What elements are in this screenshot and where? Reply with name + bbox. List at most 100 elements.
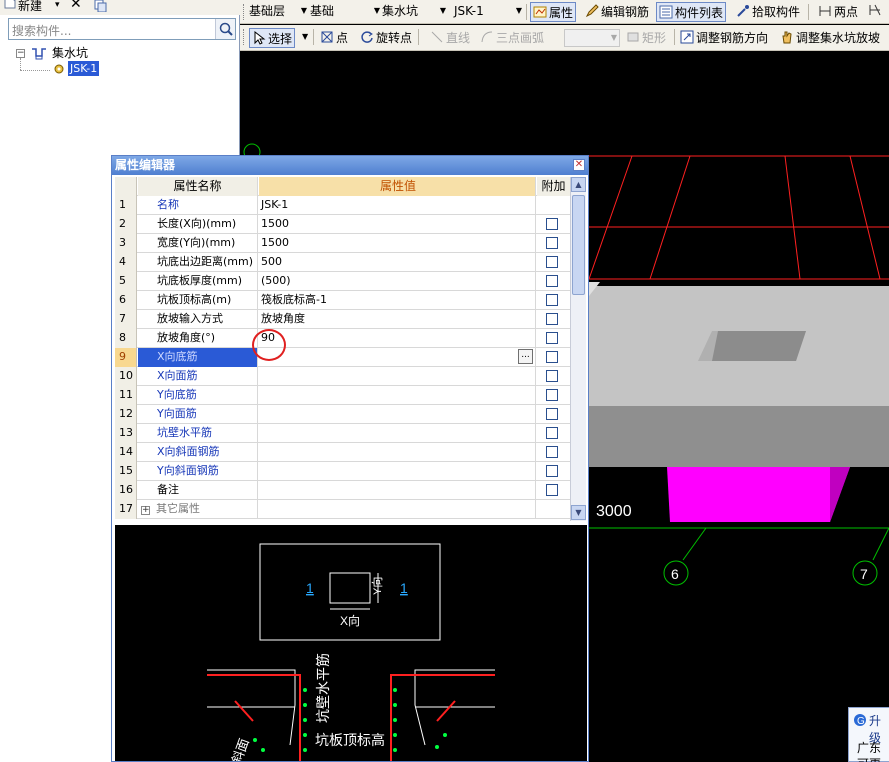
property-row[interactable]: 1 名称 JSK-1 bbox=[115, 196, 570, 215]
arc-button[interactable]: 三点画弧 bbox=[480, 28, 544, 48]
toolbar-primary: 基础层 ▼ 基础 ▼ 集水坑 ▼ JSK-1 ▼ 属性 编辑钢筋 构件列表 拾取构件 两… bbox=[240, 0, 889, 24]
grid-scrollbar[interactable]: ▲ ▼ bbox=[570, 177, 586, 521]
property-value-cell[interactable]: (500) bbox=[259, 272, 536, 291]
add-checkbox[interactable] bbox=[546, 237, 558, 249]
delete-icon[interactable]: ✕ bbox=[70, 0, 82, 12]
add-checkbox[interactable] bbox=[546, 256, 558, 268]
scroll-up-button[interactable]: ▲ bbox=[571, 177, 586, 192]
rotate-point-button[interactable]: 旋转点 bbox=[360, 28, 412, 48]
property-value-cell[interactable]: 筏板底标高-1 bbox=[259, 291, 536, 310]
tree-item-pit-category[interactable]: 集水坑 bbox=[52, 44, 88, 61]
add-checkbox[interactable] bbox=[546, 370, 558, 382]
add-checkbox[interactable] bbox=[546, 351, 558, 363]
scroll-down-button[interactable]: ▼ bbox=[571, 505, 586, 520]
tree-item-jsk1[interactable]: JSK-1 bbox=[68, 61, 100, 76]
add-checkbox[interactable] bbox=[546, 408, 558, 420]
property-value-cell[interactable]: 90 bbox=[259, 329, 536, 348]
property-value-cell[interactable]: ... bbox=[259, 348, 536, 367]
property-row[interactable]: 10 X向面筋 bbox=[115, 367, 570, 386]
property-row[interactable]: 14 X向斜面钢筋 bbox=[115, 443, 570, 462]
ellipsis-button[interactable]: ... bbox=[518, 349, 533, 364]
property-value-cell[interactable] bbox=[259, 386, 536, 405]
property-value-cell[interactable] bbox=[259, 367, 536, 386]
property-name: 放坡角度(°) bbox=[138, 329, 258, 348]
chevron-down-icon[interactable]: ▾ bbox=[55, 0, 60, 10]
add-checkbox[interactable] bbox=[546, 446, 558, 458]
property-value-cell[interactable] bbox=[259, 405, 536, 424]
property-row[interactable]: 11 Y向底筋 bbox=[115, 386, 570, 405]
search-icon[interactable] bbox=[215, 19, 235, 39]
property-row[interactable]: 12 Y向面筋 bbox=[115, 405, 570, 424]
add-checkbox[interactable] bbox=[546, 332, 558, 344]
property-row[interactable]: 17 + 其它属性 bbox=[115, 500, 570, 519]
header-value[interactable]: 属性值 bbox=[259, 177, 536, 196]
property-row[interactable]: 8 放坡角度(°) 90 bbox=[115, 329, 570, 348]
property-row[interactable]: 6 坑板顶标高(m) 筏板底标高-1 bbox=[115, 291, 570, 310]
property-value-cell[interactable]: JSK-1 bbox=[259, 196, 536, 215]
copy-icon[interactable] bbox=[94, 0, 108, 15]
new-icon[interactable] bbox=[4, 0, 18, 12]
add-checkbox[interactable] bbox=[546, 389, 558, 401]
properties-button[interactable]: 属性 bbox=[530, 2, 577, 22]
add-checkbox[interactable] bbox=[546, 465, 558, 477]
upgrade-popup[interactable]: G 升级 广东 可更 bbox=[848, 707, 889, 762]
property-row[interactable]: 4 坑底出边距离(mm) 500 bbox=[115, 253, 570, 272]
new-button[interactable]: 新建 bbox=[18, 0, 42, 14]
tree-collapse-toggle[interactable]: − bbox=[16, 49, 25, 58]
scroll-thumb[interactable] bbox=[572, 195, 585, 295]
property-value-cell[interactable]: 1500 bbox=[259, 234, 536, 253]
select-button[interactable]: 选择 bbox=[249, 28, 296, 48]
property-row[interactable]: 2 长度(X向)(mm) 1500 bbox=[115, 215, 570, 234]
expand-toggle[interactable]: + bbox=[141, 506, 150, 515]
dimension-icon[interactable] bbox=[868, 3, 882, 20]
property-row[interactable]: 15 Y向斜面钢筋 bbox=[115, 462, 570, 481]
rectangle-button[interactable]: 矩形 bbox=[626, 28, 666, 48]
property-row[interactable]: 16 备注 bbox=[115, 481, 570, 500]
property-value-cell[interactable] bbox=[259, 462, 536, 481]
chevron-down-icon[interactable]: ▼ bbox=[302, 32, 308, 41]
property-value-cell[interactable] bbox=[259, 443, 536, 462]
property-row[interactable]: 9 X向底筋... bbox=[115, 348, 570, 367]
two-points-button[interactable]: 两点 bbox=[818, 2, 858, 22]
property-editor-dialog: 属性编辑器 ✕ 属性名称 属性值 附加 1 名称 JSK-1 2 长度(X向)(mm) 1… bbox=[111, 155, 589, 762]
close-icon[interactable]: ✕ bbox=[573, 159, 585, 171]
add-checkbox[interactable] bbox=[546, 427, 558, 439]
point-button[interactable]: 点 bbox=[320, 28, 348, 48]
add-checkbox[interactable] bbox=[546, 484, 558, 496]
property-value-cell[interactable] bbox=[259, 500, 536, 519]
property-value: 1500 bbox=[261, 217, 289, 230]
property-value-cell[interactable]: 放坡角度 bbox=[259, 310, 536, 329]
floor-combo[interactable]: 基础层 ▼ bbox=[249, 2, 309, 22]
property-row[interactable]: 5 坑底板厚度(mm) (500) bbox=[115, 272, 570, 291]
line-button[interactable]: 直线 bbox=[430, 28, 470, 48]
dialog-title-bar[interactable]: 属性编辑器 ✕ bbox=[112, 156, 588, 175]
svg-text:G: G bbox=[857, 716, 865, 727]
property-value-cell[interactable]: 500 bbox=[259, 253, 536, 272]
edit-rebar-button[interactable]: 编辑钢筋 bbox=[585, 2, 649, 22]
pick-component-button[interactable]: 拾取构件 bbox=[736, 2, 800, 22]
property-value-cell[interactable]: 1500 bbox=[259, 215, 536, 234]
arc-type-combo[interactable]: ▼ bbox=[564, 29, 620, 47]
property-value-cell[interactable] bbox=[259, 481, 536, 500]
pencil-icon bbox=[585, 4, 599, 18]
add-checkbox[interactable] bbox=[546, 275, 558, 287]
adjust-pit-slope-button[interactable]: 调整集水坑放坡 bbox=[780, 28, 880, 48]
property-row[interactable]: 3 宽度(Y向)(mm) 1500 bbox=[115, 234, 570, 253]
type-combo[interactable]: 集水坑 ▼ bbox=[382, 2, 448, 22]
header-name[interactable]: 属性名称 bbox=[138, 177, 258, 196]
toolbar-drawing: 选择 ▼ 点 旋转点 直线 三点画弧 ▼ 矩形 调整钢筋方向 调整集水坑放坡 bbox=[240, 25, 889, 51]
add-checkbox[interactable] bbox=[546, 294, 558, 306]
property-row[interactable]: 7 放坡输入方式 放坡角度 bbox=[115, 310, 570, 329]
property-row[interactable]: 13 坑壁水平筋 bbox=[115, 424, 570, 443]
adjust-rebar-direction-button[interactable]: 调整钢筋方向 bbox=[680, 28, 768, 48]
component-list-button[interactable]: 构件列表 bbox=[656, 2, 727, 22]
search-input[interactable]: 搜索构件... bbox=[8, 18, 236, 40]
component-combo[interactable]: JSK-1 ▼ bbox=[454, 2, 524, 22]
add-checkbox[interactable] bbox=[546, 218, 558, 230]
row-number: 7 bbox=[115, 310, 137, 329]
rectangle-icon bbox=[626, 30, 640, 44]
header-add[interactable]: 附加 bbox=[537, 177, 570, 196]
add-checkbox[interactable] bbox=[546, 313, 558, 325]
category-combo[interactable]: 基础 ▼ bbox=[310, 2, 382, 22]
property-value-cell[interactable] bbox=[259, 424, 536, 443]
